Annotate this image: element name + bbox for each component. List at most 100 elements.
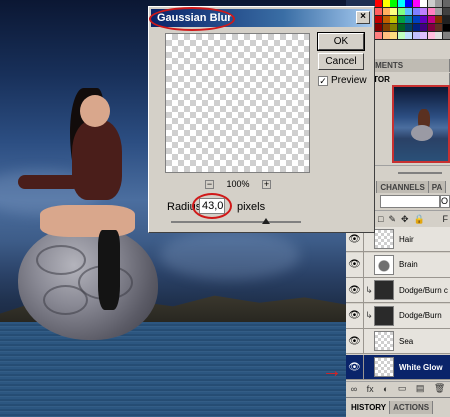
color-swatch[interactable] bbox=[412, 0, 420, 7]
color-swatch[interactable] bbox=[420, 24, 427, 31]
zoom-controls: − 100% + bbox=[205, 178, 271, 190]
color-swatch[interactable] bbox=[375, 16, 382, 23]
eye-icon[interactable]: 👁 bbox=[346, 303, 364, 329]
trash-icon[interactable]: 🗑 bbox=[434, 383, 445, 394]
layer-row[interactable]: 👁 ↳ Dodge/Burn bbox=[346, 303, 450, 329]
color-swatch[interactable] bbox=[442, 8, 450, 15]
tab-history[interactable]: HISTORY bbox=[348, 401, 391, 414]
color-swatch[interactable] bbox=[412, 32, 420, 39]
layer-thumbnail bbox=[374, 305, 394, 326]
color-swatch[interactable] bbox=[390, 32, 397, 39]
color-swatch[interactable] bbox=[397, 16, 405, 23]
color-swatch[interactable] bbox=[420, 32, 427, 39]
color-swatch[interactable] bbox=[382, 8, 390, 15]
color-swatch[interactable] bbox=[397, 32, 405, 39]
new-layer-icon[interactable]: ▤ bbox=[416, 383, 425, 394]
link-layers-icon[interactable]: ∞ bbox=[351, 384, 357, 394]
color-swatch[interactable] bbox=[405, 16, 412, 23]
navigator-zoom-slider[interactable] bbox=[398, 172, 442, 174]
color-swatch[interactable] bbox=[442, 16, 450, 23]
color-swatch[interactable] bbox=[427, 16, 435, 23]
cancel-button[interactable]: Cancel bbox=[318, 53, 364, 70]
color-swatch[interactable] bbox=[435, 0, 442, 7]
color-swatch[interactable] bbox=[427, 32, 435, 39]
layers-footer: ∞ fx ◐ ▭ ▤ 🗑 bbox=[346, 381, 450, 395]
radius-slider-thumb[interactable] bbox=[261, 218, 270, 224]
woman-legs bbox=[40, 205, 135, 237]
zoom-in-button[interactable]: + bbox=[262, 179, 271, 189]
lock-transparency-icon[interactable]: □ bbox=[378, 214, 383, 224]
navigator-thumbnail[interactable] bbox=[392, 85, 450, 163]
lock-position-icon[interactable]: ✥ bbox=[401, 214, 409, 225]
unit-label: pixels bbox=[237, 201, 266, 213]
ok-button[interactable]: OK bbox=[317, 32, 365, 51]
color-swatch[interactable] bbox=[412, 24, 420, 31]
color-swatch[interactable] bbox=[420, 8, 427, 15]
color-swatch[interactable] bbox=[375, 24, 382, 31]
blend-mode-select[interactable] bbox=[380, 195, 440, 208]
color-swatch[interactable] bbox=[397, 0, 405, 7]
color-swatch[interactable] bbox=[375, 8, 382, 15]
color-swatch[interactable] bbox=[412, 8, 420, 15]
color-swatch[interactable] bbox=[420, 16, 427, 23]
color-swatch[interactable] bbox=[442, 24, 450, 31]
adjustment-layer-icon[interactable]: ◐ bbox=[383, 384, 388, 394]
color-swatch[interactable] bbox=[420, 0, 427, 7]
color-swatch[interactable] bbox=[427, 0, 435, 7]
eye-icon[interactable]: 👁 bbox=[346, 328, 364, 354]
zoom-out-button[interactable]: − bbox=[205, 179, 214, 189]
color-swatch[interactable] bbox=[405, 8, 412, 15]
close-icon[interactable]: × bbox=[356, 11, 370, 24]
color-swatch[interactable] bbox=[442, 0, 450, 7]
color-swatch[interactable] bbox=[390, 24, 397, 31]
tab-actions[interactable]: ACTIONS bbox=[390, 401, 434, 414]
color-swatch[interactable] bbox=[427, 24, 435, 31]
radius-annotation-oval bbox=[192, 193, 232, 219]
color-swatch[interactable] bbox=[397, 8, 405, 15]
color-swatch[interactable] bbox=[382, 16, 390, 23]
color-swatch[interactable] bbox=[435, 8, 442, 15]
layer-thumbnail bbox=[374, 280, 394, 301]
layer-row[interactable]: 👁 Sea bbox=[346, 328, 450, 355]
brain-fold bbox=[43, 285, 88, 315]
color-swatch[interactable] bbox=[382, 0, 390, 7]
radius-slider-track[interactable] bbox=[171, 221, 301, 223]
new-group-icon[interactable]: ▭ bbox=[398, 383, 407, 394]
layer-style-icon[interactable]: fx bbox=[367, 384, 374, 394]
color-swatch[interactable] bbox=[375, 32, 382, 39]
opacity-field[interactable]: O bbox=[440, 195, 450, 208]
woman-boot bbox=[98, 230, 120, 310]
color-swatch[interactable] bbox=[390, 16, 397, 23]
color-swatch[interactable] bbox=[412, 16, 420, 23]
color-swatch[interactable] bbox=[397, 24, 405, 31]
color-swatch[interactable] bbox=[390, 8, 397, 15]
eye-icon[interactable]: 👁 bbox=[346, 354, 364, 380]
color-swatch[interactable] bbox=[405, 24, 412, 31]
color-swatch[interactable] bbox=[382, 24, 390, 31]
color-swatch[interactable] bbox=[405, 32, 412, 39]
color-swatch[interactable] bbox=[390, 0, 397, 7]
color-swatch[interactable] bbox=[405, 0, 412, 7]
preview-checkbox[interactable]: ✓ bbox=[318, 75, 328, 86]
color-swatch[interactable] bbox=[435, 32, 442, 39]
blur-preview[interactable] bbox=[165, 33, 310, 173]
layer-row[interactable]: 👁 Brain bbox=[346, 252, 450, 278]
preview-toggle[interactable]: ✓ Preview bbox=[318, 75, 367, 86]
preview-label: Preview bbox=[331, 75, 367, 86]
layer-row[interactable]: 👁 ↳ Dodge/Burn c bbox=[346, 277, 450, 304]
eye-icon[interactable]: 👁 bbox=[346, 277, 364, 303]
color-swatch[interactable] bbox=[435, 16, 442, 23]
color-swatch[interactable] bbox=[375, 0, 382, 7]
color-swatch[interactable] bbox=[435, 24, 442, 31]
swatches-panel[interactable] bbox=[375, 0, 450, 40]
color-swatch[interactable] bbox=[382, 32, 390, 39]
color-swatch[interactable] bbox=[442, 32, 450, 39]
color-swatch[interactable] bbox=[427, 8, 435, 15]
lock-all-icon[interactable]: 🔒 bbox=[414, 214, 425, 225]
layer-name: Dodge/Burn c bbox=[399, 285, 448, 295]
lock-image-icon[interactable]: ✎ bbox=[388, 214, 396, 225]
layer-row[interactable]: 👁 White Glow bbox=[346, 354, 450, 380]
history-tab-row: HISTORY ACTIONS bbox=[348, 400, 434, 414]
eye-icon[interactable]: 👁 bbox=[346, 252, 364, 278]
fill-label: F bbox=[442, 214, 449, 224]
